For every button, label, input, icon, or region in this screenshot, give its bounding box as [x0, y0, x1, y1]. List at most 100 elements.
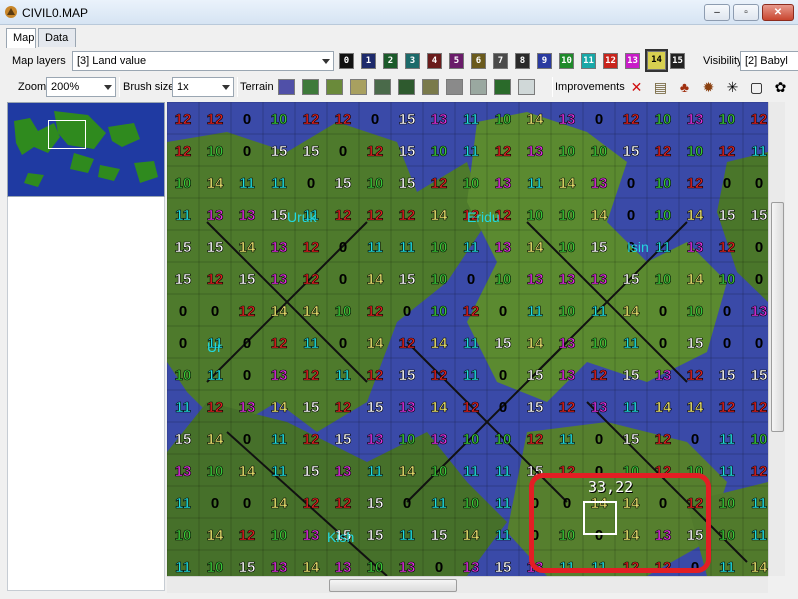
- land-value-button-7[interactable]: 7: [493, 53, 508, 69]
- mine-icon[interactable]: ✹: [700, 79, 717, 96]
- svg-text:11: 11: [463, 239, 479, 256]
- map-layers-select[interactable]: [3] Land value: [72, 51, 334, 71]
- svg-text:10: 10: [175, 527, 192, 544]
- zoom-select[interactable]: 200%: [46, 77, 116, 97]
- land-value-button-9[interactable]: 9: [537, 53, 552, 69]
- land-value-button-5[interactable]: 5: [449, 53, 464, 69]
- svg-text:14: 14: [527, 111, 544, 128]
- terrain-swamp-swatch[interactable]: [374, 79, 391, 95]
- land-value-button-11[interactable]: 11: [581, 53, 596, 69]
- minimap-viewport[interactable]: [48, 120, 86, 149]
- svg-text:15: 15: [399, 175, 416, 192]
- minimap[interactable]: [7, 102, 165, 197]
- svg-text:13: 13: [527, 143, 544, 160]
- terrain-grassland-swatch[interactable]: [302, 79, 319, 95]
- city-label: Ur: [207, 339, 222, 355]
- svg-text:15: 15: [175, 239, 192, 256]
- city-label: Isin: [627, 239, 649, 255]
- terrain-hills-swatch[interactable]: [422, 79, 439, 95]
- svg-text:13: 13: [591, 399, 608, 416]
- close-button[interactable]: ✕: [762, 4, 794, 21]
- svg-text:14: 14: [655, 399, 672, 416]
- svg-text:14: 14: [687, 207, 704, 224]
- visibility-label: Visibility: [703, 55, 743, 67]
- land-value-button-15[interactable]: 15: [670, 53, 685, 69]
- svg-text:0: 0: [179, 303, 187, 320]
- land-value-button-12[interactable]: 12: [603, 53, 618, 69]
- horizontal-scroll-thumb[interactable]: [329, 579, 457, 592]
- svg-text:11: 11: [527, 303, 543, 320]
- land-value-button-1[interactable]: 1: [361, 53, 376, 69]
- fortress-icon[interactable]: ▢: [748, 79, 765, 96]
- svg-text:12: 12: [655, 143, 672, 160]
- vertical-scrollbar[interactable]: [768, 102, 785, 576]
- svg-text:15: 15: [591, 239, 608, 256]
- terrain-desert-swatch[interactable]: [350, 79, 367, 95]
- svg-text:0: 0: [435, 559, 443, 576]
- horizontal-scrollbar[interactable]: [167, 576, 768, 593]
- land-value-button-8[interactable]: 8: [515, 53, 530, 69]
- svg-text:0: 0: [339, 239, 347, 256]
- map-layers-label: Map layers: [12, 55, 66, 67]
- irrigation-icon[interactable]: ♣: [676, 79, 693, 96]
- svg-text:11: 11: [271, 431, 287, 448]
- svg-text:15: 15: [399, 271, 416, 288]
- svg-text:0: 0: [691, 431, 699, 448]
- land-value-button-14[interactable]: 14: [645, 49, 668, 72]
- terrain-label: Terrain: [240, 81, 274, 93]
- vertical-scroll-thumb[interactable]: [771, 202, 784, 432]
- svg-text:10: 10: [431, 463, 448, 480]
- chevron-down-icon: [322, 59, 330, 64]
- terrain-arctic-swatch[interactable]: [518, 79, 535, 95]
- land-value-button-0[interactable]: 0: [339, 53, 354, 69]
- minimap-terrain: [14, 111, 158, 187]
- svg-text:15: 15: [175, 431, 192, 448]
- land-value-button-13[interactable]: 13: [625, 53, 640, 69]
- svg-text:12: 12: [559, 399, 576, 416]
- land-value-button-4[interactable]: 4: [427, 53, 442, 69]
- svg-text:10: 10: [495, 431, 512, 448]
- improvements-label: Improvements: [555, 81, 625, 93]
- land-value-button-3[interactable]: 3: [405, 53, 420, 69]
- svg-text:15: 15: [719, 207, 736, 224]
- land-value-button-2[interactable]: 2: [383, 53, 398, 69]
- svg-text:11: 11: [655, 239, 671, 256]
- terrain-jungle-swatch[interactable]: [494, 79, 511, 95]
- terrain-forest-swatch[interactable]: [398, 79, 415, 95]
- svg-text:13: 13: [591, 175, 608, 192]
- visibility-select[interactable]: [2] Babyl: [740, 51, 798, 71]
- svg-text:13: 13: [463, 559, 480, 576]
- terrain-mountains-swatch[interactable]: [446, 79, 463, 95]
- tab-data[interactable]: Data: [38, 28, 76, 47]
- svg-text:14: 14: [207, 175, 224, 192]
- svg-text:13: 13: [399, 559, 416, 576]
- clear-icon[interactable]: ✕: [628, 79, 645, 96]
- railroad-icon[interactable]: ✳: [724, 79, 741, 96]
- land-value-button-10[interactable]: 10: [559, 53, 574, 69]
- title-bar: CIVIL0.MAP – ▫ ✕: [0, 0, 798, 25]
- terrain-ocean-swatch[interactable]: [278, 79, 295, 95]
- svg-text:10: 10: [591, 335, 608, 352]
- brush-size-value: 1x: [177, 81, 189, 93]
- svg-text:0: 0: [307, 175, 315, 192]
- minimize-button[interactable]: –: [704, 4, 730, 21]
- svg-text:0: 0: [755, 175, 763, 192]
- road-icon[interactable]: ▤: [652, 79, 669, 96]
- svg-text:11: 11: [431, 495, 447, 512]
- pollution-icon[interactable]: ✿: [772, 79, 789, 96]
- maximize-button[interactable]: ▫: [733, 4, 759, 21]
- svg-text:14: 14: [751, 559, 768, 576]
- svg-text:15: 15: [527, 399, 544, 416]
- svg-text:15: 15: [175, 271, 192, 288]
- svg-text:0: 0: [243, 431, 251, 448]
- brush-size-select[interactable]: 1x: [172, 77, 234, 97]
- terrain-plains-swatch[interactable]: [326, 79, 343, 95]
- tab-map[interactable]: Map: [6, 28, 36, 48]
- land-value-button-6[interactable]: 6: [471, 53, 486, 69]
- svg-text:13: 13: [271, 559, 288, 576]
- svg-text:10: 10: [751, 431, 768, 448]
- svg-text:0: 0: [211, 303, 219, 320]
- terrain-tundra-swatch[interactable]: [470, 79, 487, 95]
- svg-text:13: 13: [239, 399, 256, 416]
- svg-text:14: 14: [527, 239, 544, 256]
